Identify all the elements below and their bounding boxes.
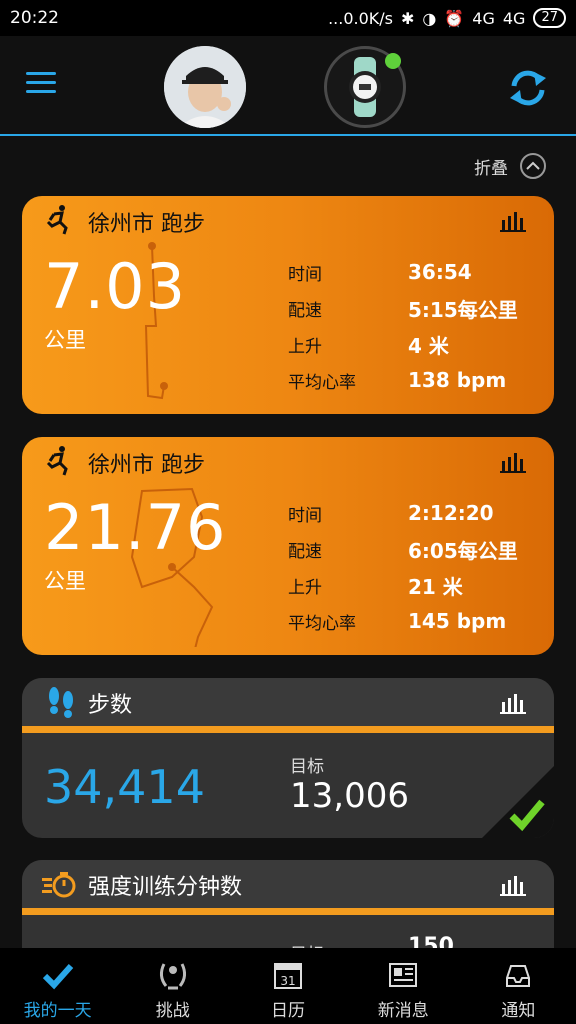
status-indicators: ...0.0K/s ✱ ◑ ⏰ 4G 4G 27 [328,8,566,28]
steps-title: 步数 [88,693,133,718]
calendar-icon: 31 [274,963,302,989]
chart-icon[interactable] [500,451,526,473]
stat-label-pace: 配速 [288,300,322,321]
collapse-button[interactable]: 折叠 [474,153,546,179]
stat-value-pace: 6:05每公里 [408,538,518,563]
collapse-label: 折叠 [474,158,508,179]
stat-value-heart-rate: 145 bpm [408,609,507,633]
hamburger-icon[interactable] [26,72,56,96]
stat-value-time: 36:54 [408,260,472,284]
card-title: 徐州市 跑步 [88,212,205,237]
stat-label-ascent: 上升 [288,336,322,357]
stat-value-ascent: 21 米 [408,574,463,599]
battery-indicator: 27 [533,8,566,28]
chart-icon[interactable] [500,692,526,714]
stat-label-time: 时间 [288,264,322,285]
device-status-dot [385,53,401,69]
calendar-day: 31 [280,974,295,988]
tab-label: 挑战 [155,1001,190,1021]
steps-goal-value: 13,006 [290,776,409,816]
status-time: 20:22 [10,8,59,28]
toggle-icon: ◑ [422,8,437,28]
inbox-icon [506,965,531,987]
tab-label: 我的一天 [23,1001,92,1021]
steps-value: 34,414 [44,760,205,814]
network-speed: ...0.0K/s [328,8,393,28]
stat-value-ascent: 4 米 [408,333,449,358]
steps-progress-bar [22,726,554,733]
header [0,36,576,136]
steps-card[interactable]: 步数 34,414 目标 13,006 [22,678,554,838]
runner-icon [46,205,68,235]
runner-icon [46,446,68,476]
card-title: 徐州市 跑步 [88,453,205,478]
tab-label: 通知 [501,1001,536,1021]
bottom-tab-bar: 我的一天 挑战 31 日历 新消息 通知 [0,948,576,1024]
steps-goal-label: 目标 [290,757,324,777]
distance-unit: 公里 [44,328,86,352]
stat-value-pace: 5:15每公里 [408,297,518,322]
stat-value-time: 2:12:20 [408,501,494,525]
check-icon [42,963,73,990]
distance-value: 21.76 [44,491,227,564]
intensity-progress-bar [22,908,554,915]
stat-label-heart-rate: 平均心率 [288,613,356,634]
tab-label: 日历 [271,1001,305,1021]
stat-label-pace: 配速 [288,541,322,562]
run-stats: 时间 36:54 配速 5:15每公里 上升 4 米 平均心率 138 bpm [288,254,518,398]
distance-value: 7.03 [44,250,187,323]
tab-notifications[interactable]: 通知 [461,948,576,1024]
tab-label: 新消息 [377,1001,429,1021]
run-card-2[interactable]: 徐州市 跑步 21.76 公里 时间 2:12:20 配速 6:05每公里 上升 21… [22,437,554,655]
status-bar: 20:22 ...0.0K/s ✱ ◑ ⏰ 4G 4G 27 [0,0,576,36]
alarm-icon: ⏰ [444,8,465,28]
distance-unit: 公里 [44,569,86,593]
run-stats: 时间 2:12:20 配速 6:05每公里 上升 21 米 平均心率 145 bpm [288,495,518,639]
signal-1: 4G [472,8,495,28]
device-watch-icon[interactable] [324,46,406,128]
run-card-1[interactable]: 徐州市 跑步 7.03 公里 时间 36:54 配速 5:15每公里 上升 4 米 平… [22,196,554,414]
chart-icon[interactable] [500,210,526,232]
stat-label-ascent: 上升 [288,577,322,598]
stat-value-heart-rate: 138 bpm [408,368,507,392]
stopwatch-icon [42,872,76,898]
tab-calendar[interactable]: 31 日历 [230,948,345,1024]
sync-icon[interactable] [506,66,550,110]
laurel-icon [159,963,186,990]
bluetooth-icon: ✱ [401,8,415,28]
goal-achieved-check-icon [482,766,554,838]
stat-label-heart-rate: 平均心率 [288,372,356,393]
chart-icon[interactable] [500,874,526,896]
signal-2: 4G [502,8,526,28]
steps-card-header: 步数 [22,678,554,726]
stat-label-time: 时间 [288,505,322,526]
tab-challenges[interactable]: 挑战 [115,948,230,1024]
tab-news[interactable]: 新消息 [346,948,461,1024]
news-icon [389,963,418,987]
avatar[interactable] [164,46,246,128]
chevron-up-icon [520,153,546,179]
intensity-title: 强度训练分钟数 [88,875,243,900]
tab-my-day[interactable]: 我的一天 [0,948,115,1024]
intensity-card-header: 强度训练分钟数 [22,860,554,908]
footprints-icon [49,687,73,718]
